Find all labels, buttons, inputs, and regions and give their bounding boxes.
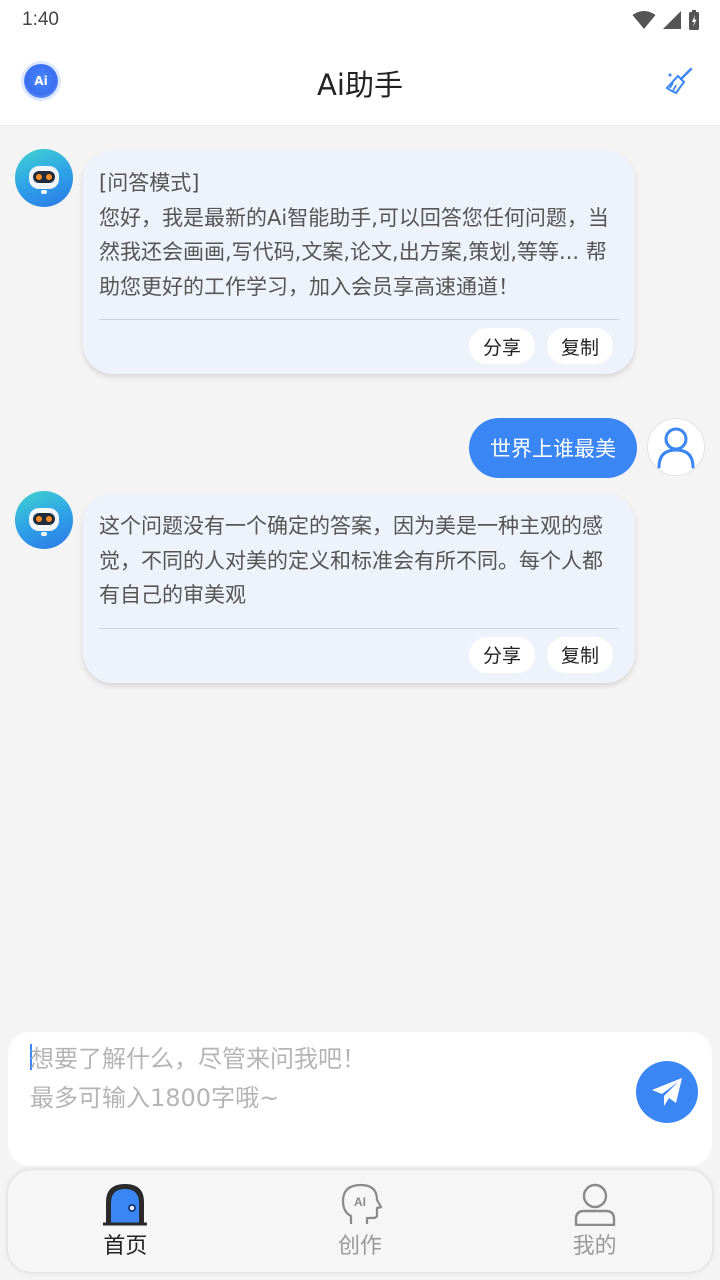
broom-icon[interactable]: [664, 66, 694, 96]
app-header: Ai Ai助手: [0, 40, 720, 126]
tab-create[interactable]: AI 创作: [243, 1170, 478, 1272]
system-icons: [632, 9, 700, 31]
battery-icon: [689, 10, 699, 30]
copy-button[interactable]: 复制: [546, 636, 613, 673]
wifi-icon: [632, 11, 656, 29]
message-input-placeholder: 想要了解什么，尽管来问我吧！ 最多可输入1800字哦~: [30, 1045, 366, 1112]
tab-label: 首页: [103, 1234, 148, 1259]
ai-head-icon: AI: [341, 1183, 383, 1224]
robot-icon: [29, 166, 59, 194]
copy-button[interactable]: 复制: [546, 328, 613, 364]
user-message-bubble: 世界上谁最美: [469, 418, 637, 478]
paper-plane-icon: [652, 1078, 682, 1106]
assistant-message-bubble: [问答模式] 您好，我是最新的Ai智能助手,可以回答您任何问题，当然我还会画画,…: [83, 150, 635, 374]
message-text: 世界上谁最美: [490, 437, 616, 461]
share-button[interactable]: 分享: [468, 636, 535, 673]
send-button[interactable]: [636, 1061, 698, 1123]
robot-icon: [29, 508, 59, 536]
status-bar: 1:40: [0, 0, 720, 40]
message-actions: 分享 复制: [99, 320, 619, 374]
user-avatar: [647, 418, 705, 476]
svg-text:AI: AI: [354, 1195, 366, 1209]
user-icon: [657, 427, 695, 469]
assistant-message-bubble: 这个问题没有一个确定的答案，因为美是一种主观的感觉，不同的人对美的定义和标准会有…: [83, 493, 635, 683]
tab-home[interactable]: 首页: [8, 1170, 243, 1272]
message-actions: 分享 复制: [99, 629, 619, 683]
tab-label: 我的: [572, 1234, 617, 1259]
profile-icon: [574, 1183, 615, 1226]
tab-label: 创作: [338, 1234, 383, 1259]
message-text: 这个问题没有一个确定的答案，因为美是一种主观的感觉，不同的人对美的定义和标准会有…: [99, 514, 603, 607]
home-icon: [103, 1184, 148, 1226]
status-time: 1:40: [22, 9, 59, 30]
cellular-signal-icon: [663, 11, 681, 29]
bot-avatar: [15, 491, 73, 549]
page-title: Ai助手: [317, 68, 403, 102]
bottom-tab-bar: 首页 AI 创作 我的: [8, 1170, 712, 1272]
message-input[interactable]: 想要了解什么，尽管来问我吧！ 最多可输入1800字哦~: [8, 1032, 712, 1166]
share-button[interactable]: 分享: [468, 328, 535, 364]
tab-profile[interactable]: 我的: [477, 1170, 712, 1272]
bot-avatar: [15, 149, 73, 207]
message-text: [问答模式] 您好，我是最新的Ai智能助手,可以回答您任何问题，当然我还会画画,…: [99, 171, 609, 299]
